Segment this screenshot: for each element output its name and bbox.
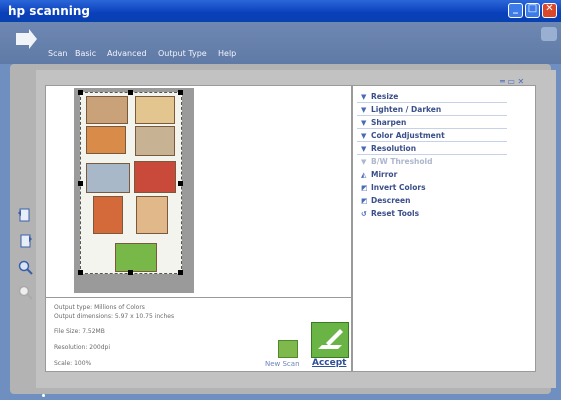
- info-icon[interactable]: [541, 27, 557, 41]
- photo: [135, 96, 175, 124]
- resize-handle[interactable]: [178, 270, 183, 275]
- tools-panel: ▼ Resize ▼ Lighten / Darken ▼ Sharpen ▼ Colo…: [352, 85, 536, 372]
- triangle-down-icon: ▼: [361, 132, 367, 140]
- new-scan-button[interactable]: New Scan: [265, 360, 300, 368]
- file-size-text: File Size: 7.52MB: [54, 328, 105, 335]
- maximize-icon: □: [527, 3, 538, 14]
- tool-color-adjustment[interactable]: ▼ Color Adjustment: [361, 131, 445, 140]
- tool-label: Lighten / Darken: [371, 105, 442, 114]
- triangle-down-icon: ▼: [361, 145, 367, 153]
- triangle-down-icon: ▼: [361, 93, 367, 101]
- menu-help[interactable]: Help: [218, 49, 236, 58]
- resize-handle[interactable]: [178, 181, 183, 186]
- tool-sharpen[interactable]: ▼ Sharpen: [361, 118, 406, 127]
- photo: [86, 126, 126, 154]
- photo: [134, 161, 176, 193]
- tool-label: Invert Colors: [371, 183, 426, 192]
- triangle-down-icon: ▼: [361, 106, 367, 114]
- photo: [135, 126, 175, 156]
- photo: [86, 96, 128, 124]
- resolution-text: Resolution: 200dpi: [54, 344, 111, 351]
- tool-label: Mirror: [371, 170, 398, 179]
- tool-mirror[interactable]: ◭ Mirror: [361, 170, 397, 179]
- zoom-in-icon[interactable]: [17, 260, 33, 276]
- resize-handle[interactable]: [78, 90, 83, 95]
- mirror-icon: ◭: [361, 171, 367, 179]
- divider: [357, 115, 507, 116]
- resize-handle[interactable]: [128, 90, 133, 95]
- photo: [93, 196, 123, 234]
- close-icon: ✕: [545, 3, 554, 14]
- tool-reset[interactable]: ↺ Reset Tools: [361, 209, 419, 218]
- tool-resolution[interactable]: ▼ Resolution: [361, 144, 416, 153]
- accept-button[interactable]: Accept: [312, 358, 346, 368]
- divider: [357, 102, 507, 103]
- rotate-right-icon[interactable]: [17, 233, 33, 249]
- menu-advanced[interactable]: Advanced: [107, 49, 147, 58]
- triangle-down-icon: ▼: [361, 119, 367, 127]
- title-bar: hp scanning _ □ ✕: [0, 0, 561, 22]
- divider: [357, 154, 507, 155]
- zoom-out-icon[interactable]: [17, 285, 33, 301]
- output-dimensions-text: Output dimensions: 5.97 x 10.75 inches: [54, 313, 175, 320]
- resize-handle[interactable]: [78, 270, 83, 275]
- rotate-left-icon[interactable]: [17, 207, 33, 223]
- tool-invert-colors[interactable]: ◩ Invert Colors: [361, 183, 426, 192]
- tool-bw-threshold: ▼ B/W Threshold: [361, 157, 432, 166]
- new-scan-icon[interactable]: [278, 340, 298, 358]
- tool-label: Color Adjustment: [371, 131, 445, 140]
- minimize-icon: _: [513, 3, 518, 14]
- menu-output-type[interactable]: Output Type: [158, 49, 207, 58]
- resize-handle[interactable]: [78, 181, 83, 186]
- tool-descreen[interactable]: ◩ Descreen: [361, 196, 410, 205]
- tool-label: Resolution: [371, 144, 417, 153]
- tool-label: Resize: [371, 92, 399, 101]
- output-type-text: Output type: Millions of Colors: [54, 304, 145, 311]
- window-title: hp scanning: [8, 4, 90, 18]
- invert-icon: ◩: [361, 184, 368, 192]
- tool-lighten-darken[interactable]: ▼ Lighten / Darken: [361, 105, 441, 114]
- menu-scan[interactable]: Scan: [48, 49, 67, 58]
- scanned-image[interactable]: [78, 90, 183, 275]
- reset-icon: ↺: [361, 210, 367, 218]
- close-button[interactable]: ✕: [542, 3, 557, 18]
- tool-label: Sharpen: [371, 118, 407, 127]
- tool-label: B/W Threshold: [371, 157, 433, 166]
- photo: [86, 163, 130, 193]
- accept-icon[interactable]: [311, 322, 349, 358]
- scan-info-panel: Output type: Millions of Colors Output d…: [45, 297, 352, 372]
- tool-label: Reset Tools: [371, 209, 420, 218]
- scale-text: Scale: 100%: [54, 360, 92, 367]
- triangle-down-icon: ▼: [361, 158, 367, 166]
- menu-band: Scan Basic Advanced Output Type Help: [0, 22, 561, 64]
- resize-handle[interactable]: [128, 270, 133, 275]
- tool-label: Descreen: [371, 196, 411, 205]
- minimize-button[interactable]: _: [508, 3, 523, 18]
- status-indicator: [42, 394, 45, 397]
- menu-basic[interactable]: Basic: [75, 49, 96, 58]
- photo: [115, 243, 157, 272]
- maximize-button[interactable]: □: [525, 3, 540, 18]
- back-arrow-icon[interactable]: [13, 28, 39, 50]
- divider: [357, 141, 507, 142]
- resize-handle[interactable]: [178, 90, 183, 95]
- divider: [357, 128, 507, 129]
- tool-resize[interactable]: ▼ Resize: [361, 92, 398, 101]
- photo: [136, 196, 168, 234]
- descreen-icon: ◩: [361, 197, 368, 205]
